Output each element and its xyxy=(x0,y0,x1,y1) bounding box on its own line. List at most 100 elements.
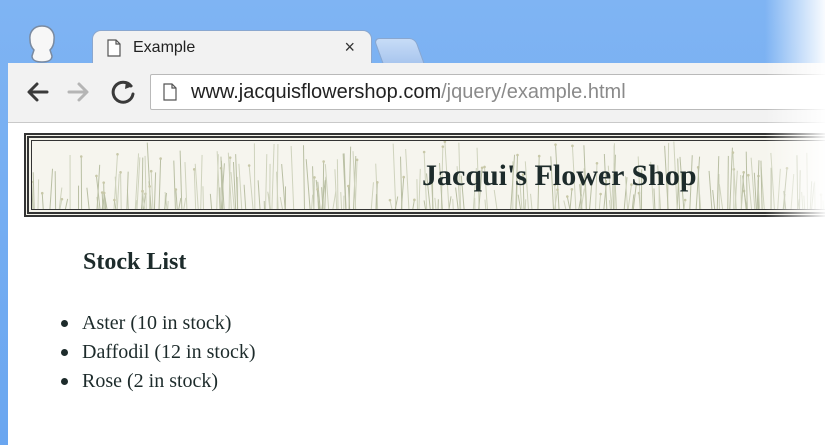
grass-seed xyxy=(355,158,359,162)
address-bar[interactable]: www.jacquisflowershop.com/jquery/example… xyxy=(150,74,825,110)
url-text[interactable]: www.jacquisflowershop.com/jquery/example… xyxy=(191,81,626,104)
grass-stem xyxy=(729,147,733,209)
new-tab-button[interactable] xyxy=(373,38,425,64)
grass-seed xyxy=(747,173,750,177)
grass-stem xyxy=(822,200,824,209)
grass-stem xyxy=(405,149,410,209)
grass-stem xyxy=(718,184,724,209)
grass-seed xyxy=(32,180,33,184)
grass-stem xyxy=(37,179,40,209)
grass-stem xyxy=(271,143,275,209)
grass-seed xyxy=(402,175,406,179)
grass-stem xyxy=(173,160,176,209)
stock-list-heading: Stock List xyxy=(83,249,187,275)
grass-stem xyxy=(41,193,44,209)
page-icon xyxy=(107,39,121,57)
grass-seed xyxy=(785,166,789,170)
page-viewport: Jacqui's Flower Shop Stock List Aster (1… xyxy=(8,123,825,445)
tab-example[interactable]: Example × xyxy=(92,30,372,64)
grass-stem xyxy=(370,182,374,209)
stock-item-label: Aster (10 in stock) xyxy=(82,312,232,334)
grass-seed xyxy=(347,184,350,188)
banner-inner: Jacqui's Flower Shop xyxy=(31,140,825,210)
grass-stem xyxy=(340,192,343,209)
grass-stem xyxy=(313,177,315,209)
grass-stem xyxy=(158,158,162,209)
list-item: Aster (10 in stock) xyxy=(56,309,256,338)
grass-stem xyxy=(708,170,713,209)
grass-stem xyxy=(727,155,729,209)
grass-seed xyxy=(516,153,519,157)
grass-stem xyxy=(153,172,157,209)
grass-stem xyxy=(120,172,122,209)
profile-avatar-icon[interactable] xyxy=(20,22,64,66)
list-item: Daffodil (12 in stock) xyxy=(56,338,256,367)
grass-stem xyxy=(437,199,439,209)
stock-item-label: Rose (2 in stock) xyxy=(82,370,219,392)
grass-seed xyxy=(228,156,232,159)
grass-stem xyxy=(265,154,268,209)
grass-stem xyxy=(54,171,57,209)
url-host: www.jacquisflowershop.com xyxy=(191,81,442,103)
grass-seed xyxy=(79,155,83,158)
reload-icon[interactable] xyxy=(108,77,138,107)
grass-seed xyxy=(742,171,745,174)
tab-title: Example xyxy=(133,39,196,56)
grass-seed xyxy=(413,198,416,202)
grass-stem xyxy=(202,186,204,209)
grass-stem xyxy=(806,152,809,209)
browser-toolbar: www.jacquisflowershop.com/jquery/example… xyxy=(8,63,825,123)
grass-stem xyxy=(796,155,799,209)
grass-stem xyxy=(452,198,454,209)
back-arrow-icon[interactable] xyxy=(22,77,52,107)
bullet-icon xyxy=(61,378,68,385)
grass-seed xyxy=(599,192,602,196)
grass-seed xyxy=(148,185,151,188)
stock-list: Aster (10 in stock) Daffodil (12 in stoc… xyxy=(56,309,256,396)
grass-stem xyxy=(745,151,748,209)
grass-stem xyxy=(209,193,213,209)
grass-seed xyxy=(731,151,735,154)
grass-seed xyxy=(119,171,122,174)
grass-seed xyxy=(95,174,98,178)
grass-stem xyxy=(86,187,90,209)
tab-close-icon[interactable]: × xyxy=(344,37,355,58)
grass-stem xyxy=(524,199,527,209)
grass-stem xyxy=(412,199,415,209)
grass-seed xyxy=(313,176,316,179)
banner-title: Jacqui's Flower Shop xyxy=(422,159,697,192)
grass-stem xyxy=(434,197,437,209)
grass-seed xyxy=(819,193,823,197)
grass-stem xyxy=(336,159,339,209)
forward-arrow-icon[interactable] xyxy=(64,77,94,107)
grass-stem xyxy=(322,161,325,209)
grass-stem xyxy=(49,168,54,209)
grass-seed xyxy=(159,157,162,160)
grass-stem xyxy=(183,197,187,209)
grass-stem xyxy=(801,191,804,209)
grass-stem xyxy=(200,154,203,209)
grass-seed xyxy=(116,152,119,156)
grass-seed xyxy=(554,143,557,146)
grass-stem xyxy=(144,155,147,209)
grass-seed xyxy=(149,169,153,173)
grass-seed xyxy=(141,189,144,193)
grass-stem xyxy=(790,173,795,209)
grass-seed xyxy=(247,164,251,167)
grass-seed xyxy=(102,181,106,184)
grass-stem xyxy=(219,187,221,209)
grass-stem xyxy=(809,181,813,209)
bullet-icon xyxy=(61,349,68,356)
grass-stem xyxy=(334,169,338,209)
grass-stem xyxy=(64,198,69,209)
grass-stem xyxy=(175,189,178,209)
grass-seed xyxy=(537,154,541,158)
grass-seed xyxy=(422,150,426,154)
browser-window: Example × www.jacquisflowershop.com/jque… xyxy=(0,0,825,445)
grass-seed xyxy=(443,141,447,144)
grass-stem xyxy=(238,163,243,209)
grass-stem xyxy=(598,193,602,209)
grass-stem xyxy=(290,146,295,209)
list-item: Rose (2 in stock) xyxy=(56,367,256,396)
shop-banner: Jacqui's Flower Shop xyxy=(24,133,825,217)
